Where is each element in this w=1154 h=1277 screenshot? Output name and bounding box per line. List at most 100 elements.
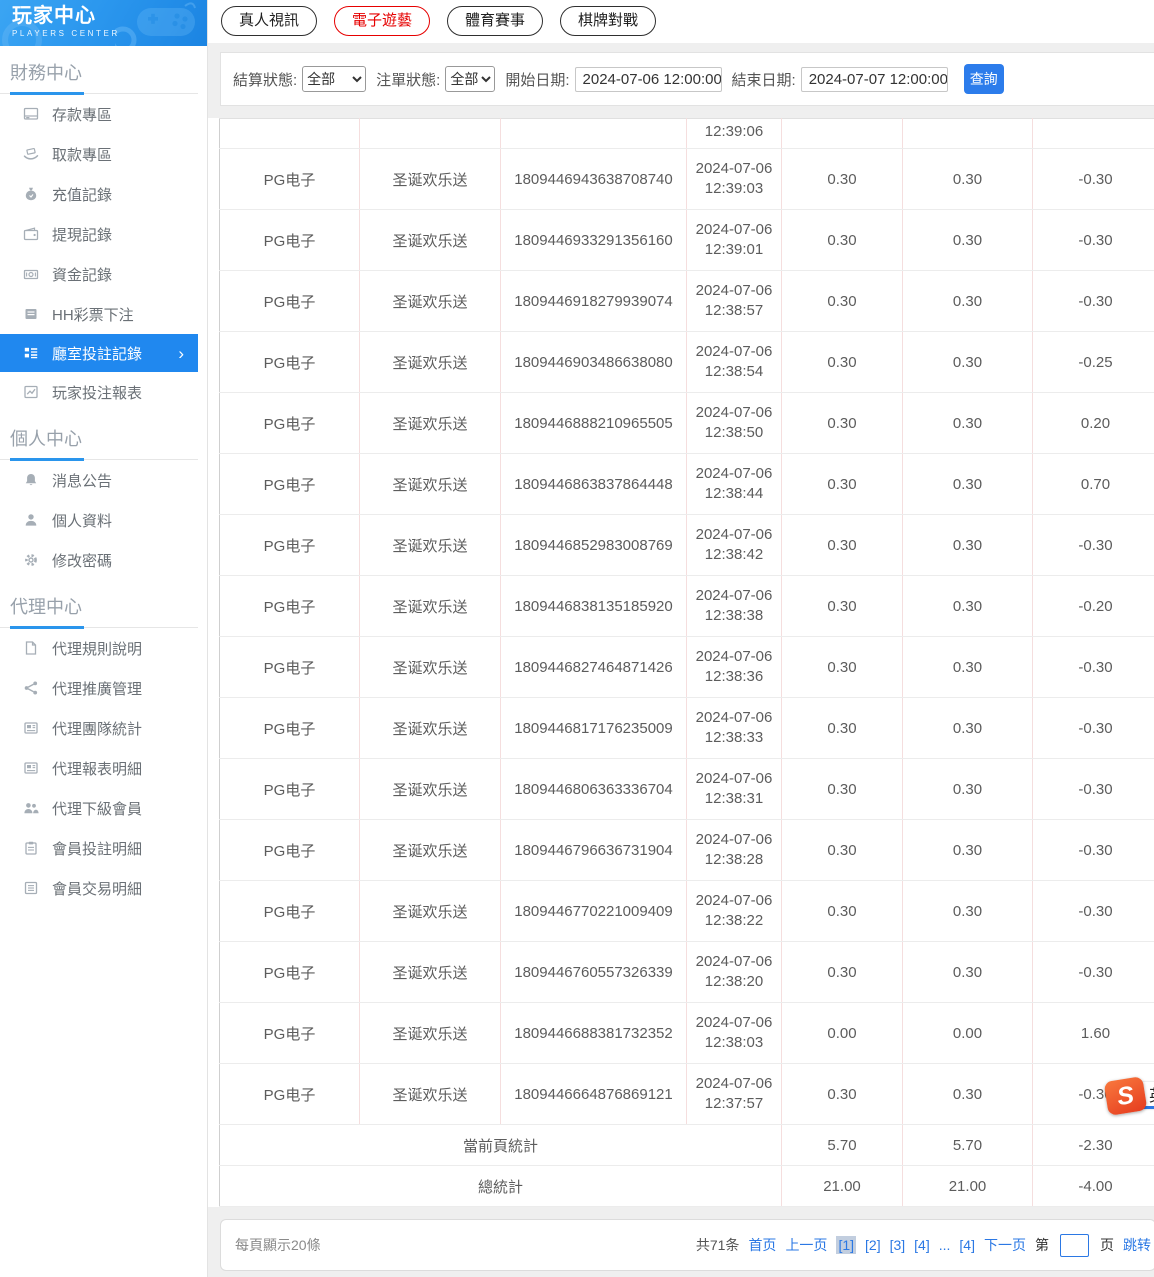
ime-overlay[interactable]: S 英	[1103, 1076, 1154, 1116]
cell-bet: 0.30	[781, 148, 903, 210]
cell-bet: 0.30	[781, 697, 903, 759]
cell-bet: 0.30	[781, 331, 903, 393]
cell-order: 1809446664876869121	[500, 1063, 687, 1125]
cell-winloss: -0.20	[1032, 575, 1154, 637]
cell-order: 1809446827464871426	[500, 636, 687, 698]
cell-valid: 0.30	[902, 209, 1033, 271]
page-link-3[interactable]: [3]	[890, 1237, 906, 1253]
sidebar-item-label: 會員交易明細	[52, 880, 143, 898]
prev-page-link[interactable]: 上一页	[785, 1235, 827, 1255]
tab-board-games[interactable]: 棋牌對戰	[560, 6, 657, 36]
sidebar-item-2-5[interactable]: 會員投註明細	[0, 828, 198, 868]
sidebar-item-0-0[interactable]: 存款專區	[0, 94, 198, 134]
cell-time: 2024-07-06 12:39:03	[686, 148, 782, 210]
search-button[interactable]: 查詢	[963, 64, 1004, 94]
cell-valid: 0.00	[902, 1002, 1033, 1064]
cell-game	[359, 118, 501, 149]
page-link-4[interactable]: [4]	[914, 1237, 930, 1253]
withdraw-record-icon	[23, 226, 39, 242]
sidebar-item-1-2[interactable]: 修改密碼	[0, 540, 198, 580]
sidebar-item-label: 存款專區	[52, 106, 113, 124]
sidebar-item-2-1[interactable]: 代理推廣管理	[0, 668, 198, 708]
sidebar-item-0-2[interactable]: 充值記錄	[0, 174, 198, 214]
cell-valid: 0.30	[902, 819, 1033, 881]
table-row: PG电子 圣诞欢乐送 1809446888210965505 2024-07-06 12…	[219, 392, 1154, 454]
sidebar-item-2-2[interactable]: 代理團隊統計	[0, 708, 198, 748]
page-link-2[interactable]: [2]	[865, 1237, 881, 1253]
member-bet-clipboard-icon	[23, 840, 39, 856]
jump-button[interactable]: 跳转	[1123, 1235, 1151, 1255]
sidebar-item-2-4[interactable]: 代理下級會員	[0, 788, 198, 828]
cell-platform: PG电子	[219, 270, 360, 332]
cell-game: 圣诞欢乐送	[359, 1002, 501, 1064]
cell-game: 圣诞欢乐送	[359, 758, 501, 820]
first-page-link[interactable]: 首页	[748, 1235, 776, 1255]
pager: 共71条 首页 上一页 [1] [2] [3] [4] ... [4] 下一页 …	[695, 1233, 1151, 1257]
cell-order: 1809446903486638080	[500, 331, 687, 393]
cell-game: 圣诞欢乐送	[359, 819, 501, 881]
cell-order: 1809446770221009409	[500, 880, 687, 942]
cell-bet: 0.30	[781, 758, 903, 820]
cell-platform: PG电子	[219, 1063, 360, 1125]
cell-order: 1809446863837864448	[500, 453, 687, 515]
cell-winloss: -0.30	[1032, 514, 1154, 576]
cell-time: 2024-07-06 12:38:42	[686, 514, 782, 576]
cell-valid: 0.30	[902, 331, 1033, 393]
next-page-link[interactable]: 下一页	[984, 1235, 1026, 1255]
table-row: PG电子 圣诞欢乐送 1809446806363336704 2024-07-06 12…	[219, 758, 1154, 820]
cell-winloss: -0.30	[1032, 819, 1154, 881]
bet-records-table: 12:39:06 PG电子 圣诞欢乐送 1809446943638708740 202…	[219, 118, 1154, 1207]
sidebar-item-0-1[interactable]: 取款專區	[0, 134, 198, 174]
sidebar-item-0-6[interactable]: 廳室投註記錄 ›	[0, 334, 198, 372]
total-count: 共71条	[695, 1237, 740, 1253]
last-page-link[interactable]: [4]	[959, 1237, 975, 1253]
sidebar-item-0-5[interactable]: HH彩票下注	[0, 294, 198, 334]
table-row-partial: 12:39:06	[219, 118, 1154, 149]
cell-bet: 0.30	[781, 1063, 903, 1125]
sogou-input-icon[interactable]: S	[1103, 1076, 1148, 1116]
cell-order: 1809446838135185920	[500, 575, 687, 637]
table-row: PG电子 圣诞欢乐送 1809446688381732352 2024-07-06 12…	[219, 1002, 1154, 1064]
sidebar-item-2-3[interactable]: 代理報表明細	[0, 748, 198, 788]
table-panel: 12:39:06 PG电子 圣诞欢乐送 1809446943638708740 202…	[208, 118, 1154, 1207]
cell-order: 1809446888210965505	[500, 392, 687, 454]
cell-time: 2024-07-06 12:37:57	[686, 1063, 782, 1125]
brand-subtitle: PLAYERS CENTER	[12, 29, 120, 38]
order-status-select[interactable]: 全部	[445, 66, 496, 92]
sidebar-item-label: 提現記錄	[52, 226, 113, 244]
sidebar-item-2-6[interactable]: 會員交易明細	[0, 868, 198, 908]
sidebar-item-0-7[interactable]: 玩家投注報表	[0, 372, 198, 412]
section-title: 代理中心	[0, 580, 198, 629]
start-date-input[interactable]	[574, 66, 722, 92]
cell-valid: 0.30	[902, 453, 1033, 515]
jump-page-input[interactable]	[1060, 1233, 1089, 1257]
cell-time: 2024-07-06 12:38:38	[686, 575, 782, 637]
end-date-input[interactable]	[800, 66, 948, 92]
cell-order: 1809446852983008769	[500, 514, 687, 576]
start-date-label: 開始日期:	[505, 71, 570, 89]
cell-game: 圣诞欢乐送	[359, 209, 501, 271]
settle-status-select[interactable]: 全部	[302, 66, 367, 92]
page-link-1[interactable]: [1]	[836, 1236, 857, 1254]
cell-winloss	[1032, 118, 1154, 149]
sidebar-item-2-0[interactable]: 代理規則說明	[0, 628, 198, 668]
table-row: PG电子 圣诞欢乐送 1809446827464871426 2024-07-06 12…	[219, 636, 1154, 698]
tab-electronic-games[interactable]: 電子遊藝	[334, 6, 431, 36]
tab-live-video[interactable]: 真人視訊	[221, 6, 318, 36]
summary-total-bet: 21.00	[781, 1165, 903, 1207]
cell-valid: 0.30	[902, 148, 1033, 210]
cell-bet: 0.30	[781, 575, 903, 637]
tab-sports[interactable]: 體育賽事	[447, 6, 544, 36]
section-title: 財務中心	[0, 46, 198, 95]
summary-page-winloss: -2.30	[1032, 1124, 1154, 1166]
main-content: 真人視訊 電子遊藝 體育賽事 棋牌對戰 結算狀態: 全部 注單狀態: 全部 開始…	[208, 0, 1154, 1277]
cell-valid	[902, 118, 1033, 149]
sidebar-item-1-0[interactable]: 消息公告	[0, 460, 198, 500]
sidebar-item-0-3[interactable]: 提現記錄	[0, 214, 198, 254]
cell-platform: PG电子	[219, 453, 360, 515]
sidebar: 玩家中心 PLAYERS CENTER 財務中心 存款專區 取款專區 充值記錄 提現記錄…	[0, 0, 208, 1277]
summary-page-valid: 5.70	[902, 1124, 1033, 1166]
bet-table-summary: 當前頁統計 5.70 5.70 -2.30 總統計 21.00 21.00 -4…	[219, 1124, 1154, 1207]
sidebar-item-1-1[interactable]: 個人資料	[0, 500, 198, 540]
sidebar-item-0-4[interactable]: 資金記錄	[0, 254, 198, 294]
